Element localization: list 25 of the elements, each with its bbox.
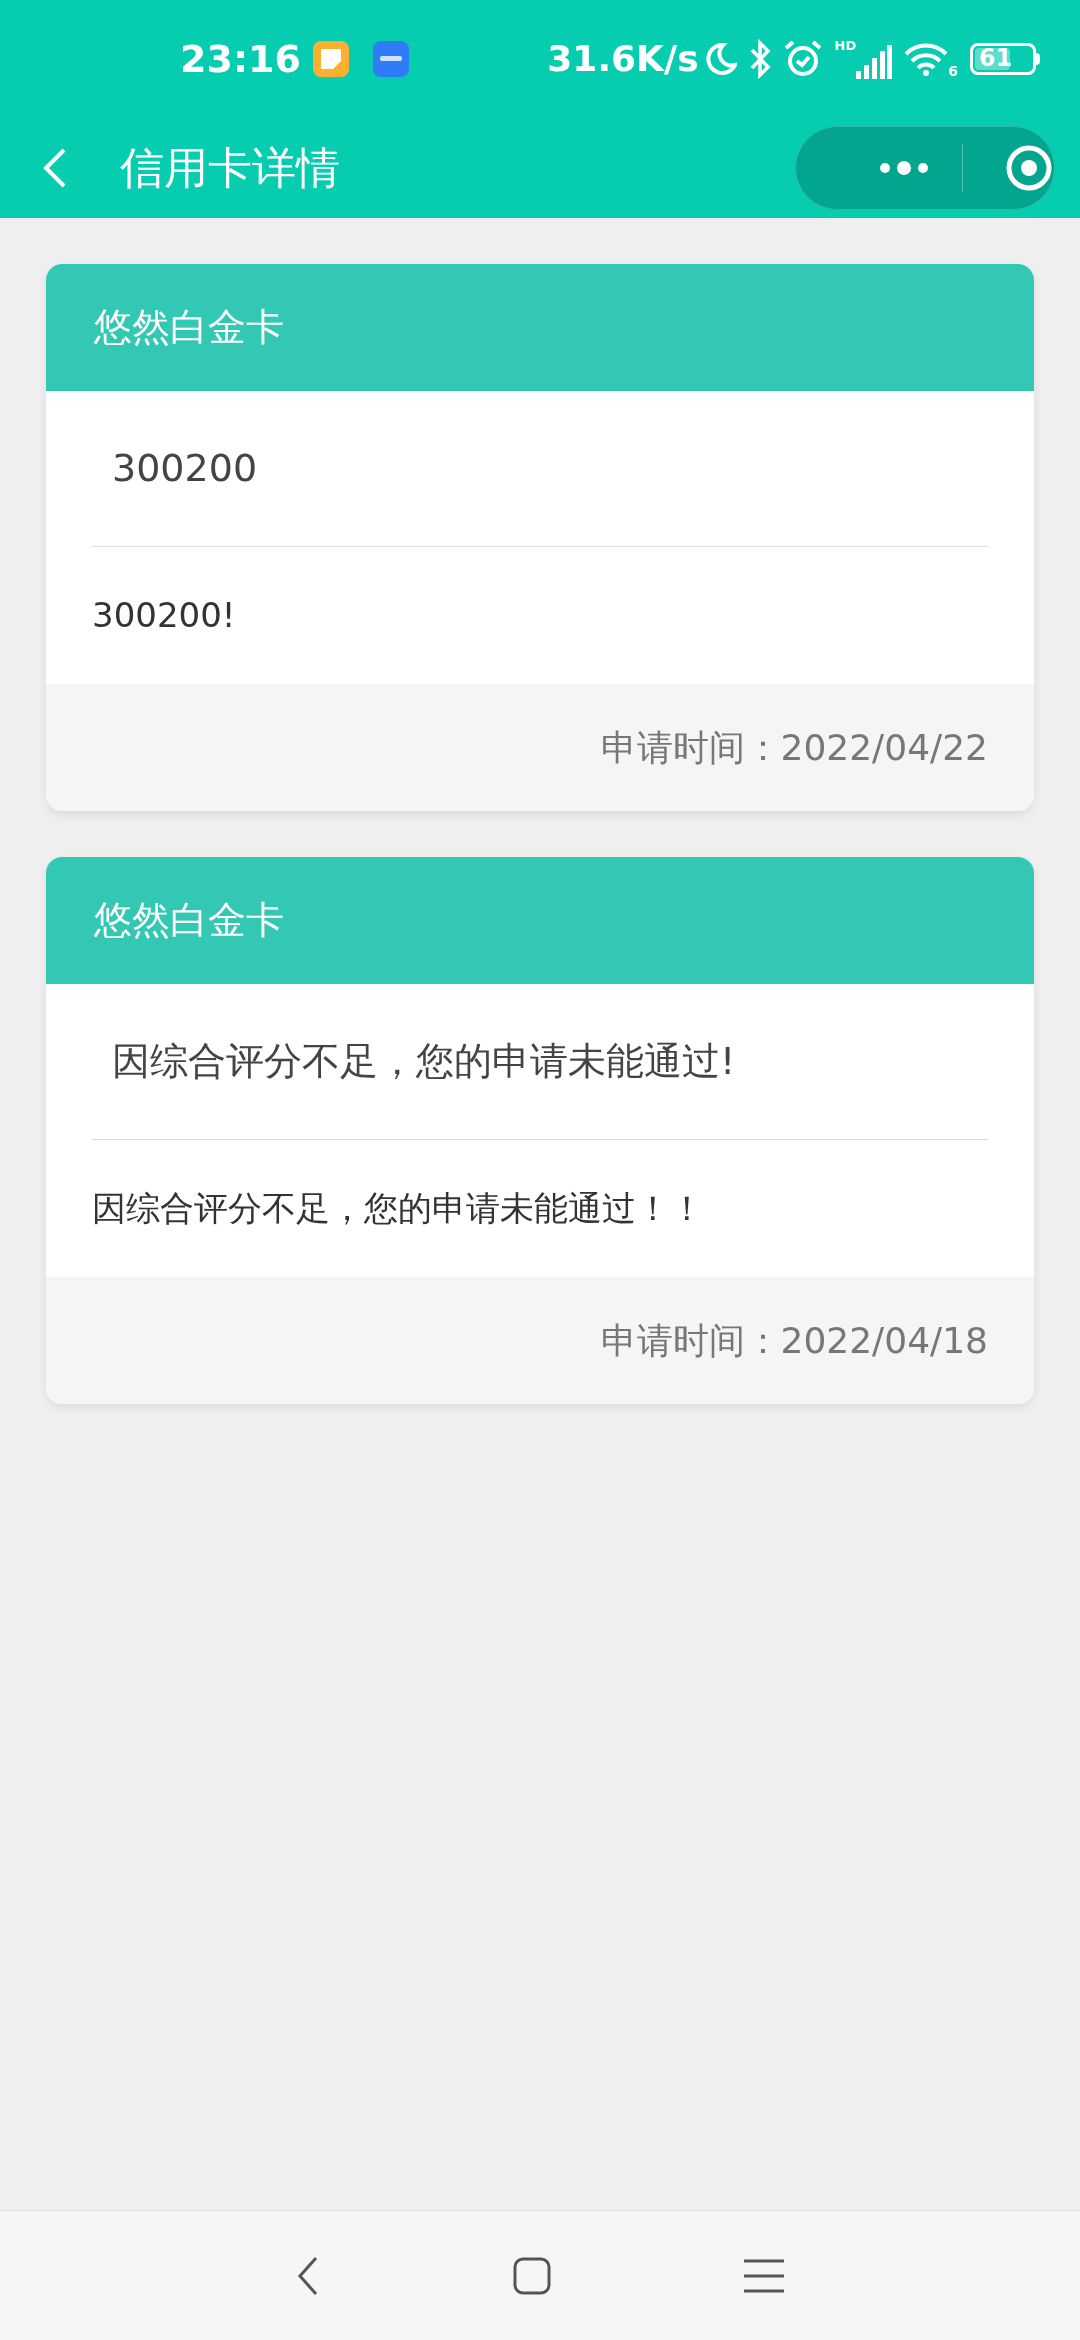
page-title: 信用卡详情	[120, 141, 340, 195]
wifi-icon	[904, 42, 949, 76]
cloud-app-icon	[372, 41, 409, 77]
status-time: 23:16	[180, 35, 301, 83]
wifi-label: 6	[948, 62, 958, 81]
signal-icon	[856, 45, 893, 79]
alarm-icon	[782, 39, 823, 79]
card-message: 因综合评分不足，您的申请未能通过！！	[92, 1187, 704, 1230]
home-icon[interactable]	[513, 2256, 551, 2295]
close-target-icon[interactable]	[1005, 144, 1053, 192]
card-message: 300200!	[92, 594, 236, 637]
menu-icon[interactable]	[743, 2258, 784, 2293]
more-icon[interactable]	[878, 160, 930, 176]
battery-level: 61	[979, 43, 1013, 74]
hd-label: HD	[834, 39, 857, 52]
network-speed: 31.6K/s	[547, 37, 699, 81]
card-summary: 300200	[112, 445, 258, 492]
card-summary: 因综合评分不足，您的申请未能通过!	[112, 1038, 736, 1085]
card-title: 悠然白金卡	[94, 304, 284, 351]
application-date: 申请时间：2022/04/22	[600, 725, 988, 770]
bluetooth-icon	[748, 39, 771, 79]
card-title: 悠然白金卡	[94, 897, 284, 944]
application-date: 申请时间：2022/04/18	[600, 1318, 988, 1363]
battery-icon	[970, 43, 1040, 75]
gallery-app-icon	[312, 41, 349, 77]
